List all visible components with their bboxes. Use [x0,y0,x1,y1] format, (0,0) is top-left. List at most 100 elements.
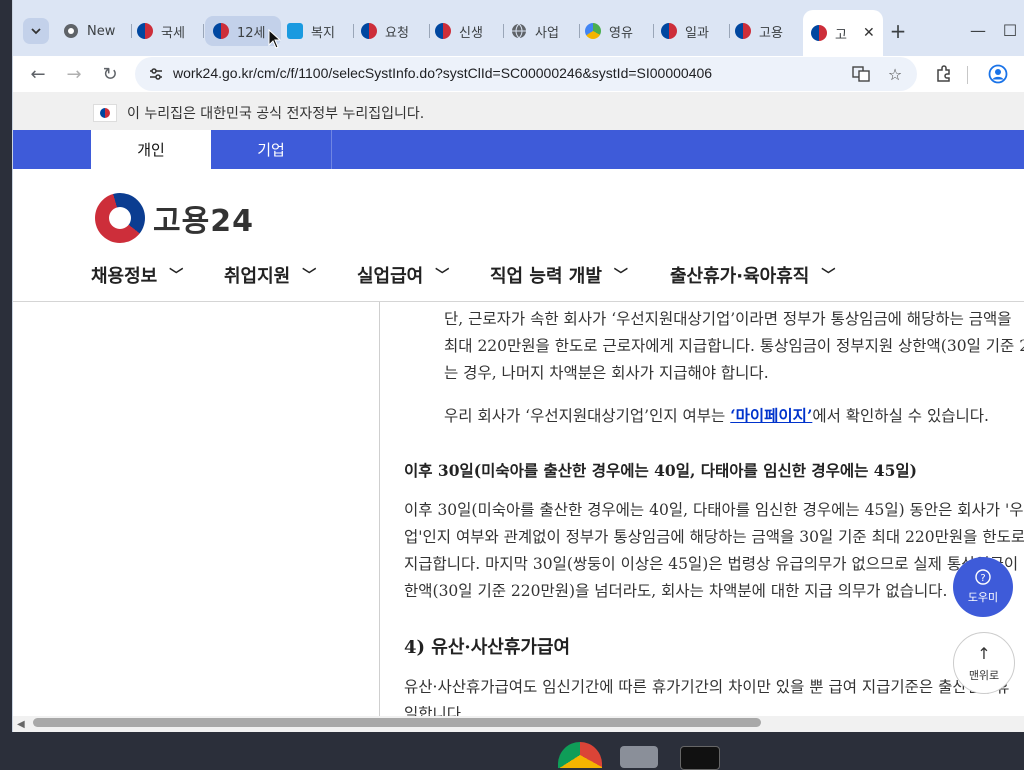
tab-3[interactable]: 복지 [287,16,343,46]
paragraph-line: 이후 30일(미숙아를 출산한 경우에는 40일, 다태아를 임신한 경우에는 … [404,501,1024,519]
nav-label: 실업급여 [357,266,424,287]
bokjiro-icon [287,23,303,39]
tab-5[interactable]: 신생 [435,16,491,46]
tab-title: 일과 [685,25,709,41]
account-icon [988,64,1008,84]
url-text[interactable]: work24.go.kr/cm/c/f/1100/selecSystInfo.d… [173,65,712,81]
maximize-button[interactable]: ☐ [995,16,1024,44]
tab-8[interactable]: 일과 [661,16,717,46]
gov-emblem-icon [811,25,827,41]
browser-toolbar: ← → ↻ work24.go.kr/cm/c/f/1100/selecSyst… [13,56,1024,92]
paragraph-line: 한액(30일 기준 220만원)을 넘더라도, 회사는 차액분에 대한 지급 의… [404,582,948,600]
tab-title: 사업 [535,25,559,41]
reload-icon: ↻ [102,63,118,85]
svg-text:?: ? [980,573,985,584]
tab-title: 신생 [459,25,483,41]
nav-item-skills-development[interactable]: 직업 능력 개발 ﹀ [490,262,628,288]
arrow-up-icon: ↑ [977,643,991,663]
horizontal-scrollbar[interactable]: ◀ [13,716,1024,732]
gov-emblem-icon [137,23,153,39]
chevron-down-icon [31,28,41,35]
terminal-taskbar-icon[interactable] [680,746,720,770]
scrollbar-thumb[interactable] [33,718,761,727]
sidebar-divider [379,302,380,716]
header-divider [13,301,1024,302]
question-circle-icon: ? [975,569,991,585]
gov-emblem-icon [435,23,451,39]
tab-title: New [87,23,116,39]
tab-title: 고 [835,27,847,43]
arrow-left-icon: ← [30,63,46,85]
tab-title: 영유 [609,25,633,41]
back-button[interactable]: ← [23,59,53,89]
minimize-icon: — [970,20,986,40]
new-tab-button[interactable]: + [885,18,911,44]
paragraph-line: 업'인지 여부와 관계없이 정부가 통상임금에 해당하는 금액을 30일 기준 … [404,528,1024,546]
mouse-cursor-icon [268,29,282,49]
nav-label: 채용정보 [91,266,158,287]
paragraph-line: 일합니다. [404,705,466,716]
paragraph-line: 유산·사산휴가급여도 임신기간에 따른 휴가기간의 차이만 있을 뿐 급여 지급… [404,678,1010,696]
tab-title: 고용 [759,25,783,41]
chrome-taskbar-icon[interactable] [558,742,602,768]
extensions-button[interactable] [929,59,959,89]
paragraph-line: 지급합니다. 마지막 30일(쌍둥이 이상은 45일)은 법령상 유급의무가 없… [404,555,1019,573]
nav-item-unemployment-benefit[interactable]: 실업급여 ﹀ [357,262,449,288]
profile-button[interactable] [983,59,1013,89]
scroll-top-button[interactable]: ↑ 맨위로 [953,632,1015,694]
puzzle-icon [937,65,950,82]
tab-1[interactable]: 국세 [137,16,193,46]
help-label: 도우미 [967,591,999,604]
gov-banner-text[interactable]: 이 누리집은 대한민국 공식 전자정부 누리집입니다. [127,103,424,123]
nav-item-jobs[interactable]: 채용정보 ﹀ [91,262,183,288]
forward-button[interactable]: → [59,59,89,89]
site-logo[interactable]: 고용24 [95,193,254,243]
korean-flag-icon [93,104,117,122]
gov-emblem-icon [213,23,229,39]
tab-9[interactable]: 고용 [735,16,791,46]
tab-title: 복지 [311,25,335,41]
chevron-down-icon: ﹀ [302,268,317,284]
gov-emblem-icon [361,23,377,39]
translate-icon[interactable] [851,64,871,84]
gov-emblem-icon [735,23,751,39]
section-heading: 4) 유산·사산휴가급여 [404,637,571,658]
tab-business[interactable]: 기업 [211,130,332,169]
globe-icon [511,23,527,39]
tab-0[interactable]: New [63,16,127,46]
tab-4[interactable]: 요청 [361,16,417,46]
top-label: 맨위로 [968,668,1000,682]
nav-item-maternity-leave[interactable]: 출산휴가·육아휴직 ﹀ [670,262,835,288]
section-subheading: 이후 30일(미숙아를 출산한 경우에는 40일, 다태아를 임신한 경우에는 … [404,461,917,480]
scroll-left-icon[interactable]: ◀ [17,719,25,730]
tab-title: 국세 [161,25,185,41]
chevron-down-icon: ﹀ [435,268,450,284]
nav-label: 취업지원 [224,266,291,287]
tab-6[interactable]: 사업 [511,16,567,46]
bookmark-star-icon[interactable]: ☆ [885,64,905,84]
minimize-button[interactable]: — [963,16,993,44]
maximize-icon: ☐ [1002,20,1018,40]
plus-icon: + [889,19,907,43]
nav-label: 출산휴가·육아휴직 [670,266,810,287]
site-info-icon[interactable] [147,65,165,83]
tab-search-button[interactable] [23,18,49,44]
gov-symbol-icon [95,193,145,243]
paragraph-line: 최대 220만원을 한도로 근로자에게 지급합니다. 통상임금이 정부지원 상한… [444,337,1024,355]
help-button[interactable]: ? 도우미 [953,557,1013,617]
page-viewport: 이 누리집은 대한민국 공식 전자정부 누리집입니다. 개인 기업 고용24 채… [13,92,1024,716]
reload-button[interactable]: ↻ [95,59,125,89]
nav-item-employment-support[interactable]: 취업지원 ﹀ [224,262,316,288]
tab-active[interactable]: 고 ✕ [803,10,883,56]
paragraph-line: 는 경우, 나머지 차액분은 회사가 지급해야 합니다. [444,364,769,382]
user-type-bar: 개인 기업 [13,130,1024,169]
address-bar[interactable]: work24.go.kr/cm/c/f/1100/selecSystInfo.d… [135,57,917,91]
gov-emblem-icon [661,23,677,39]
mypage-link[interactable]: ‘마이페이지’ [730,406,812,425]
tab-7[interactable]: 영유 [585,16,641,46]
files-taskbar-icon[interactable] [620,746,658,768]
gov-banner: 이 누리집은 대한민국 공식 전자정부 누리집입니다. [13,92,1024,130]
close-tab-icon[interactable]: ✕ [863,25,875,41]
tab-personal[interactable]: 개인 [91,130,211,169]
arrow-right-icon: → [66,63,82,85]
